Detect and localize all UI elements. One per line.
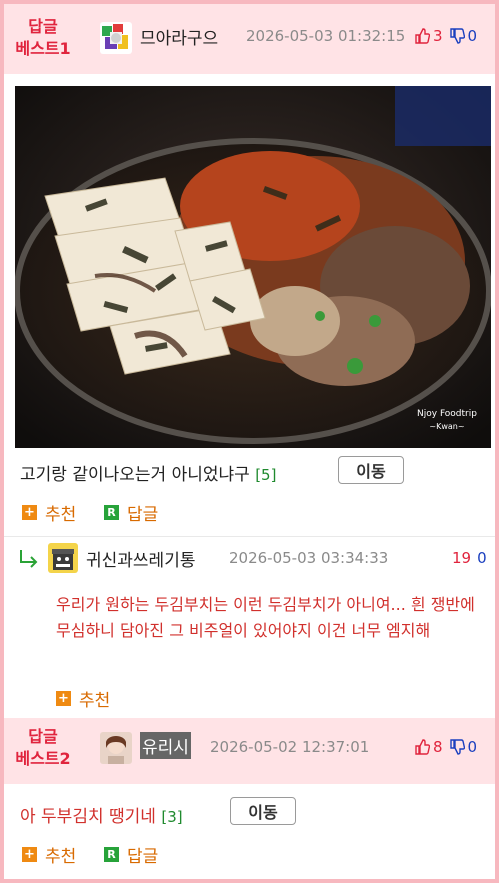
reply-r-icon: R xyxy=(104,847,119,862)
recommend-label: 추천 xyxy=(79,691,111,711)
move-button[interactable]: 이동 xyxy=(338,456,404,484)
best-reply-header-1: 답글 베스트1 므아라구으 2026-05-03 01:32:15 3 0 xyxy=(4,4,495,74)
thumbs-up-icon[interactable] xyxy=(414,739,430,755)
avatar[interactable] xyxy=(100,732,132,764)
thumbs-up-icon[interactable] xyxy=(414,28,430,44)
down-count: 0 xyxy=(467,27,478,45)
plus-icon: + xyxy=(22,847,37,862)
best-badge-1: 답글 베스트1 xyxy=(4,16,82,60)
post-text: 고기랑 같이나오는거 아니었냐구 [5] xyxy=(20,460,276,485)
reply-down-count[interactable]: 0 xyxy=(477,549,487,567)
reply-author-nick[interactable]: 귀신과쓰레기통 xyxy=(86,546,195,571)
post-date: 2026-05-03 01:32:15 xyxy=(246,27,406,45)
down-count: 0 xyxy=(467,738,478,756)
up-count: 3 xyxy=(433,27,443,45)
badge-line2: 베스트2 xyxy=(15,749,71,768)
post-text: 아 두부김치 땡기네 [3] xyxy=(20,802,183,827)
recommend-label: 추천 xyxy=(45,505,77,525)
author-nick[interactable]: 유리시 xyxy=(140,732,191,759)
plus-icon: + xyxy=(22,505,37,520)
recommend-label: 추천 xyxy=(45,847,77,867)
reply-r-icon: R xyxy=(104,505,119,520)
watermark-line2: ~Kwan~ xyxy=(429,422,464,431)
reply-button[interactable]: R 답글 xyxy=(104,842,158,867)
move-button[interactable]: 이동 xyxy=(230,797,296,825)
badge-line1: 답글 xyxy=(28,17,58,36)
reply-up-count[interactable]: 19 xyxy=(452,549,471,567)
best-reply-header-2: 답글 베스트2 유리시 2026-05-02 12:37:01 8 0 xyxy=(4,718,495,784)
post-body: 고기랑 같이나오는거 아니었냐구 xyxy=(20,465,250,485)
watermark-line1: Njoy Foodtrip xyxy=(417,409,477,419)
vote-counts: 3 0 xyxy=(414,27,477,45)
thumbs-down-icon[interactable] xyxy=(449,28,465,44)
divider xyxy=(4,536,495,537)
recommend-button[interactable]: + 추천 xyxy=(22,842,76,867)
reply-label: 답글 xyxy=(127,847,159,867)
reply-vote-counts: 19 0 xyxy=(452,549,487,567)
reply-body: 우리가 원하는 두김부치는 이런 두김부치가 아니여... 흰 쟁반에 무심하니… xyxy=(56,595,475,640)
reply-button[interactable]: R 답글 xyxy=(104,500,158,525)
reply-date: 2026-05-03 03:34:33 xyxy=(229,549,389,567)
post-body: 아 두부김치 땡기네 xyxy=(20,807,156,827)
comment-count: [3] xyxy=(161,808,183,826)
comment-count: [5] xyxy=(255,466,277,484)
best-badge-2: 답글 베스트2 xyxy=(4,726,82,770)
post-date: 2026-05-02 12:37:01 xyxy=(210,738,370,756)
avatar[interactable] xyxy=(100,22,132,54)
post-image[interactable]: Njoy Foodtrip ~Kwan~ xyxy=(15,86,491,448)
reply-label: 답글 xyxy=(127,505,159,525)
thumbs-down-icon[interactable] xyxy=(449,739,465,755)
badge-line2: 베스트1 xyxy=(15,39,71,58)
reply-avatar[interactable] xyxy=(48,543,78,573)
author-nick[interactable]: 므아라구으 xyxy=(140,24,218,49)
badge-line1: 답글 xyxy=(28,727,58,746)
reply-recommend-button[interactable]: + 추천 xyxy=(56,686,110,711)
recommend-button[interactable]: + 추천 xyxy=(22,500,76,525)
vote-counts: 8 0 xyxy=(414,738,477,756)
plus-icon: + xyxy=(56,691,71,706)
reply-arrow-icon xyxy=(20,550,38,568)
up-count: 8 xyxy=(433,738,443,756)
